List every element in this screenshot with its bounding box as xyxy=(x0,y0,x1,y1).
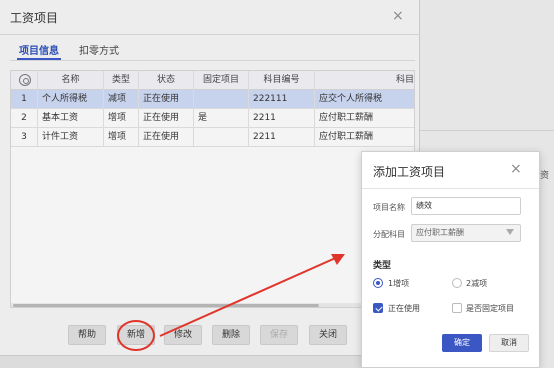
title-divider xyxy=(0,34,420,35)
cell-fixed xyxy=(194,90,249,109)
column-settings-cell[interactable] xyxy=(11,71,38,90)
edit-button[interactable]: 修改 xyxy=(164,325,202,345)
cell-code: 2211 xyxy=(249,109,315,128)
account-label: 分配科目 xyxy=(373,230,405,239)
cell-type: 增项 xyxy=(104,109,139,128)
cell-status: 正在使用 xyxy=(139,109,194,128)
in-use-label: 正在使用 xyxy=(388,304,420,313)
cell-subject: 应付职工薪酬 xyxy=(319,132,374,142)
item-name-input[interactable]: 绩效 xyxy=(411,197,521,215)
in-use-checkbox[interactable] xyxy=(373,303,383,313)
confirm-button[interactable]: 确定 xyxy=(442,334,482,352)
filter-icon[interactable] xyxy=(506,229,514,235)
delete-button[interactable]: 删除 xyxy=(212,325,250,345)
table-row[interactable]: 2 基本工资 增项 正在使用 是 2211 应付职工薪酬 xyxy=(11,109,414,128)
column-header-type[interactable]: 类型 xyxy=(104,71,139,90)
column-header-code[interactable]: 科目编号 xyxy=(249,71,315,90)
cell-fixed xyxy=(194,128,249,147)
cell-name: 计件工资 xyxy=(38,128,104,147)
cell-code: 2211 xyxy=(249,128,315,147)
gear-icon[interactable] xyxy=(19,74,31,86)
type-section-title: 类型 xyxy=(373,261,392,271)
add-dialog-divider xyxy=(362,188,539,189)
account-select[interactable]: 应付职工薪酬 xyxy=(411,224,521,242)
tabs-divider xyxy=(10,60,415,61)
item-name-label: 项目名称 xyxy=(373,203,405,212)
close-icon[interactable]: × xyxy=(392,8,404,24)
cell-status: 正在使用 xyxy=(139,90,194,109)
add-dialog-title: 添加工资项目 xyxy=(373,165,446,179)
background-label: 资 xyxy=(540,171,550,181)
dialog-title: 工资项目 xyxy=(10,11,59,25)
close-icon[interactable]: × xyxy=(510,161,522,177)
column-header-name[interactable]: 名称 xyxy=(38,71,104,90)
account-value: 应付职工薪酬 xyxy=(416,228,464,237)
scrollbar-thumb[interactable] xyxy=(13,304,319,307)
tab-rounding-method[interactable]: 扣零方式 xyxy=(79,42,119,57)
cell-type: 增项 xyxy=(104,128,139,147)
cell-subject: 应付职工薪酬 xyxy=(319,113,374,123)
annotation-circle xyxy=(117,320,155,351)
row-number: 2 xyxy=(11,109,38,128)
save-button[interactable]: 保存 xyxy=(260,325,298,345)
type-decrease-radio[interactable] xyxy=(452,278,462,288)
type-increase-label: 1增项 xyxy=(388,279,410,288)
cell-name: 基本工资 xyxy=(38,109,104,128)
cell-type: 减项 xyxy=(104,90,139,109)
salary-items-dialog: 工资项目 × 项目信息 扣零方式 名称 类型 状态 固定项目 科目编号 科目 1… xyxy=(0,0,420,356)
help-button[interactable]: 帮助 xyxy=(68,325,106,345)
fixed-item-checkbox[interactable] xyxy=(452,303,462,313)
table-row[interactable]: 1 个人所得税 减项 正在使用 222111 应交个人所得税 xyxy=(11,90,414,109)
cell-code: 222111 xyxy=(249,90,315,109)
fixed-item-label: 是否固定项目 xyxy=(466,304,514,313)
column-header-status[interactable]: 状态 xyxy=(139,71,194,90)
cell-subject: 应交个人所得税 xyxy=(319,94,383,104)
table-row[interactable]: 3 计件工资 增项 正在使用 2211 应付职工薪酬 xyxy=(11,128,414,147)
cancel-button[interactable]: 取消 xyxy=(489,334,529,352)
row-number: 1 xyxy=(11,90,38,109)
add-salary-item-dialog: 添加工资项目 × 项目名称 绩效 分配科目 应付职工薪酬 类型 1增项 2减项 … xyxy=(361,151,540,368)
type-increase-radio[interactable] xyxy=(373,278,383,288)
cell-fixed: 是 xyxy=(194,109,249,128)
horizontal-scrollbar[interactable] xyxy=(11,303,414,307)
row-number: 3 xyxy=(11,128,38,147)
grid-header: 名称 类型 状态 固定项目 科目编号 科目 xyxy=(11,71,414,90)
type-decrease-label: 2减项 xyxy=(466,279,488,288)
column-header-fixed[interactable]: 固定项目 xyxy=(194,71,249,90)
column-header-subject[interactable]: 科目 xyxy=(315,71,414,90)
background-divider xyxy=(420,130,554,131)
cell-name: 个人所得税 xyxy=(38,90,104,109)
tab-project-info[interactable]: 项目信息 xyxy=(19,42,59,57)
cell-status: 正在使用 xyxy=(139,128,194,147)
close-button[interactable]: 关闭 xyxy=(309,325,347,345)
salary-items-grid: 名称 类型 状态 固定项目 科目编号 科目 1 个人所得税 减项 正在使用 22… xyxy=(10,70,415,308)
